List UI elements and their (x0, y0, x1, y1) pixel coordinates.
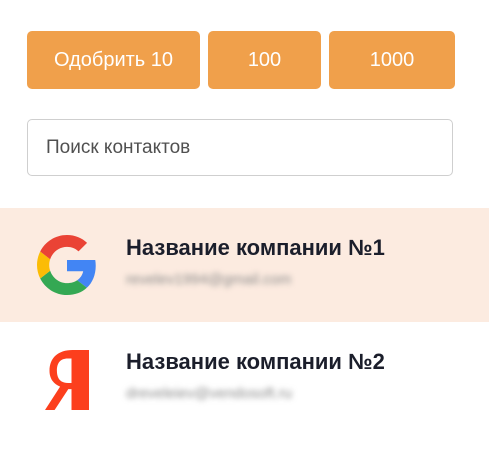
approve-toolbar: Одобрить 10 100 1000 (27, 31, 455, 89)
contact-info: Название компании №1 revelev1994@gmail.c… (126, 234, 385, 290)
yandex-logo-icon (36, 348, 98, 410)
contact-item[interactable]: Название компании №1 revelev1994@gmail.c… (0, 208, 489, 322)
approve-10-button[interactable]: Одобрить 10 (27, 31, 200, 89)
approve-1000-button[interactable]: 1000 (329, 31, 455, 89)
search-contacts-input[interactable] (27, 119, 453, 176)
contact-item[interactable]: Название компании №2 dreveleiev@vendosof… (0, 322, 489, 436)
contact-info: Название компании №2 dreveleiev@vendosof… (126, 348, 385, 404)
contact-name: Название компании №2 (126, 349, 385, 374)
contact-email: dreveleiev@vendosoft.ru (126, 385, 293, 402)
google-logo-icon (36, 234, 98, 296)
contact-email: revelev1994@gmail.com (126, 271, 292, 288)
contact-name: Название компании №1 (126, 235, 385, 260)
approve-100-button[interactable]: 100 (208, 31, 321, 89)
